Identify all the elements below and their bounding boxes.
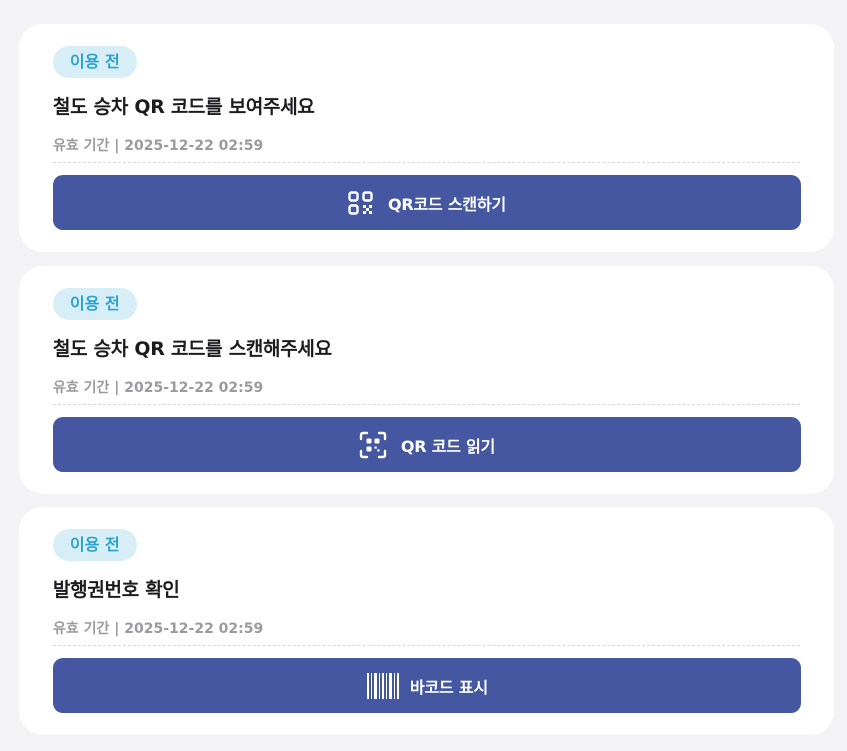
dashed-divider [53, 162, 800, 163]
button-label: QR코드 스캔하기 [387, 194, 506, 214]
ticket-card-barcode: 이용 전 발행권번호 확인 유효 기간 | 2025-12-22 02:59 바… [19, 507, 834, 735]
barcode-show-button[interactable]: 바코드 표시 [53, 658, 801, 713]
dashed-divider [53, 404, 800, 405]
qr-scan-button[interactable]: QR코드 스캔하기 [53, 175, 801, 230]
status-badge: 이용 전 [53, 529, 137, 561]
qr-code-icon [348, 190, 374, 215]
status-badge: 이용 전 [53, 288, 137, 320]
ticket-card-qr-show: 이용 전 철도 승차 QR 코드를 보여주세요 유효 기간 | 2025-12-… [19, 24, 834, 252]
qr-scan-icon [359, 431, 387, 459]
validity-period: 유효 기간 | 2025-12-22 02:59 [53, 138, 264, 154]
ticket-list: 이용 전 철도 승차 QR 코드를 보여주세요 유효 기간 | 2025-12-… [0, 0, 847, 751]
dashed-divider [53, 645, 800, 646]
qr-read-button[interactable]: QR 코드 읽기 [53, 417, 801, 472]
barcode-icon [366, 672, 400, 700]
validity-period: 유효 기간 | 2025-12-22 02:59 [53, 380, 264, 396]
ticket-title: 철도 승차 QR 코드를 스캔해주세요 [53, 338, 332, 360]
button-label: QR 코드 읽기 [400, 436, 496, 456]
ticket-card-qr-scan: 이용 전 철도 승차 QR 코드를 스캔해주세요 유효 기간 | 2025-12… [19, 266, 834, 494]
validity-period: 유효 기간 | 2025-12-22 02:59 [53, 621, 264, 637]
button-label: 바코드 표시 [410, 677, 488, 697]
ticket-title: 철도 승차 QR 코드를 보여주세요 [53, 96, 315, 118]
status-badge: 이용 전 [53, 46, 137, 78]
ticket-title: 발행권번호 확인 [53, 579, 180, 601]
